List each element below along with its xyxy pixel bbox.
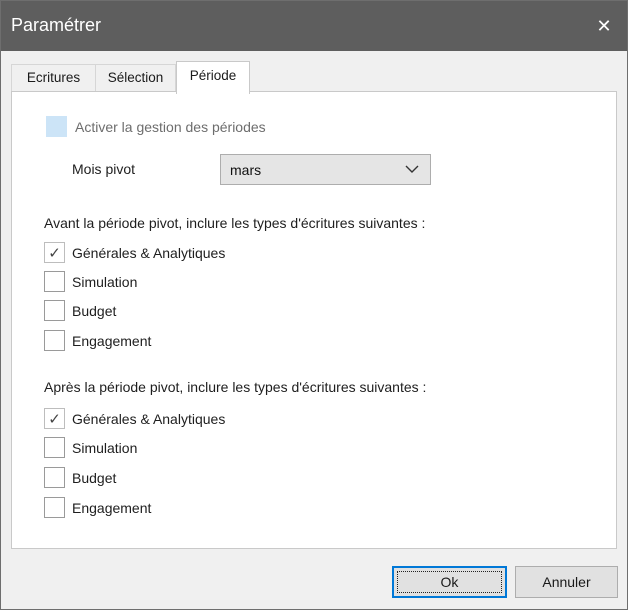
avant-simulation-checkbox[interactable]	[44, 271, 65, 292]
title-bar: Paramétrer ✕	[1, 1, 627, 51]
apres-simulation-checkbox[interactable]	[44, 437, 65, 458]
tab-periode[interactable]: Période	[176, 61, 250, 94]
apres-generales-label: Générales & Analytiques	[72, 411, 226, 427]
avant-budget-label: Budget	[72, 303, 117, 319]
focus-rectangle	[397, 571, 502, 593]
chevron-down-icon	[405, 165, 419, 173]
mois-pivot-select[interactable]: mars	[220, 154, 431, 185]
ok-button[interactable]: Ok	[392, 566, 507, 598]
apres-budget-label: Budget	[72, 470, 117, 486]
apres-heading: Après la période pivot, inclure les type…	[44, 379, 427, 395]
activer-checkbox[interactable]	[46, 116, 67, 137]
apres-simulation-label: Simulation	[72, 440, 138, 456]
avant-engagement-checkbox[interactable]	[44, 330, 65, 351]
tab-selection[interactable]: Sélection	[95, 64, 176, 92]
tab-ecritures[interactable]: Ecritures	[11, 64, 96, 92]
apres-budget-checkbox[interactable]	[44, 467, 65, 488]
close-icon: ✕	[596, 15, 612, 36]
apres-engagement-label: Engagement	[72, 500, 152, 516]
avant-engagement-label: Engagement	[72, 333, 152, 349]
apres-engagement-checkbox[interactable]	[44, 497, 65, 518]
mois-pivot-label: Mois pivot	[72, 161, 136, 177]
mois-pivot-value: mars	[230, 162, 262, 178]
cancel-label: Annuler	[542, 574, 591, 590]
cancel-button[interactable]: Annuler	[515, 566, 618, 598]
check-icon: ✓	[48, 410, 61, 428]
avant-budget-checkbox[interactable]	[44, 300, 65, 321]
dialog-window: Paramétrer ✕ Ecritures Sélection Période…	[0, 0, 628, 610]
check-icon: ✓	[48, 244, 61, 262]
activer-label: Activer la gestion des périodes	[75, 119, 266, 135]
periode-panel: Activer la gestion des périodes Mois piv…	[11, 91, 617, 549]
avant-simulation-label: Simulation	[72, 274, 138, 290]
avant-generales-checkbox[interactable]: ✓	[44, 242, 65, 263]
avant-heading: Avant la période pivot, inclure les type…	[44, 215, 426, 231]
avant-generales-label: Générales & Analytiques	[72, 245, 226, 261]
apres-generales-checkbox[interactable]: ✓	[44, 408, 65, 429]
close-button[interactable]: ✕	[581, 1, 627, 51]
window-title: Paramétrer	[11, 15, 102, 35]
